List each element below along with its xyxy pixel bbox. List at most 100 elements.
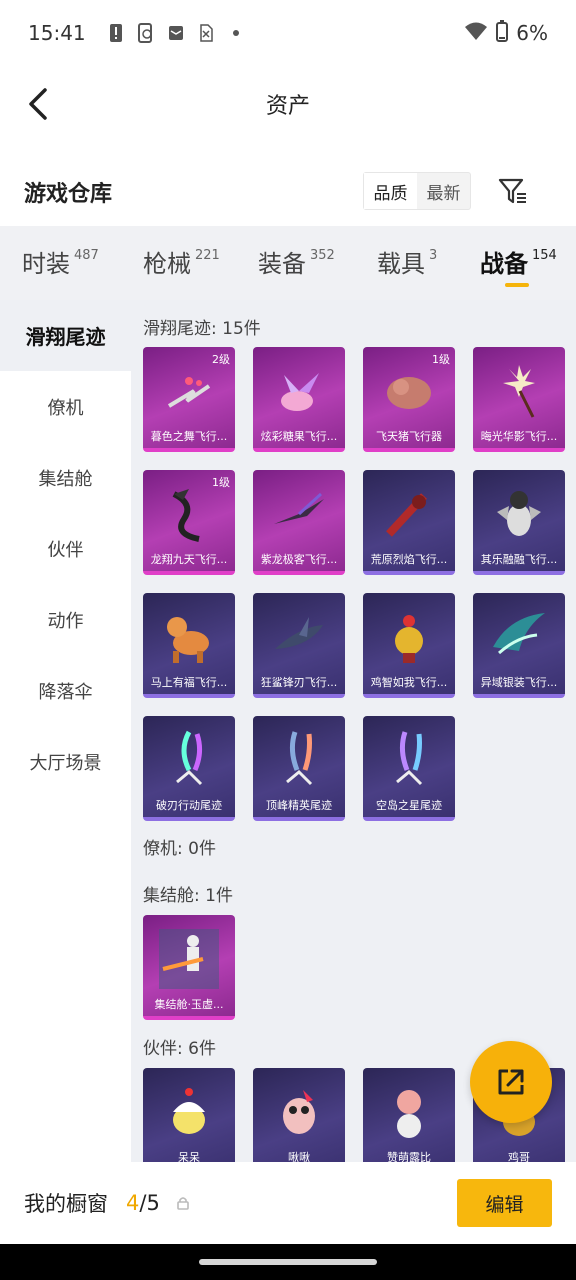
sidebar-item-pod[interactable]: 集结舱 bbox=[0, 442, 131, 513]
item-card[interactable]: 集结舱·玉虚... bbox=[143, 915, 235, 1020]
group-title-pod: 集结舱: 1件 bbox=[143, 886, 233, 906]
group-title-glide: 滑翔尾迹: 15件 bbox=[143, 319, 261, 339]
item-name: 晦光华影飞行... bbox=[480, 430, 558, 443]
item-art bbox=[176, 730, 203, 786]
tab-label: 战备 bbox=[480, 250, 528, 278]
item-card[interactable]: 狂鲨锋刃飞行... bbox=[253, 593, 345, 698]
sort-quality-button[interactable]: 品质 bbox=[364, 173, 417, 209]
item-art bbox=[167, 377, 211, 408]
item-art bbox=[497, 491, 541, 536]
item-name: 鸡智如我飞行... bbox=[370, 676, 448, 689]
sim-off-icon bbox=[198, 23, 214, 43]
filter-icon bbox=[498, 178, 526, 204]
wifi-icon bbox=[464, 21, 488, 46]
phone-sync-icon bbox=[137, 23, 154, 43]
status-time: 15:41 bbox=[28, 21, 86, 45]
tab-label: 装备 bbox=[258, 250, 306, 278]
tab-label: 枪械 bbox=[143, 250, 191, 278]
item-art bbox=[275, 617, 323, 649]
item-card[interactable]: 2级 暮色之舞飞行... bbox=[143, 347, 235, 452]
external-link-icon bbox=[498, 1069, 524, 1095]
sort-latest-button[interactable]: 最新 bbox=[417, 173, 470, 209]
tab-vehicles[interactable]: 载具 3 bbox=[377, 244, 437, 279]
showcase-current: 4 bbox=[126, 1191, 140, 1215]
item-name: 空岛之星尾迹 bbox=[376, 799, 442, 812]
warehouse-header: 游戏仓库 品质 最新 bbox=[0, 160, 576, 224]
item-grid-area: 滑翔尾迹: 15件 2级 暮色之舞飞行... 炫彩糖果飞行... 1级 飞天猪飞… bbox=[131, 300, 576, 1162]
item-art bbox=[387, 377, 431, 409]
showcase-bar: 我的橱窗 4/5 编辑 bbox=[0, 1162, 576, 1244]
item-card[interactable]: 异域银装飞行... bbox=[473, 593, 565, 698]
item-card[interactable]: 晦光华影飞行... bbox=[473, 347, 565, 452]
alert-icon bbox=[108, 23, 124, 43]
tab-combat-gear[interactable]: 战备 154 bbox=[480, 244, 557, 279]
active-tab-indicator bbox=[505, 283, 529, 287]
item-name: 其乐融融飞行... bbox=[480, 553, 558, 566]
item-name: 龙翔九天飞行... bbox=[150, 553, 228, 566]
item-name: 异域银装飞行... bbox=[480, 676, 558, 689]
item-art bbox=[503, 365, 535, 418]
showcase-label: 我的橱窗 bbox=[24, 1192, 108, 1216]
item-name: 马上有福飞行... bbox=[150, 676, 228, 689]
item-card[interactable]: 紫龙极客飞行... bbox=[253, 470, 345, 575]
item-art bbox=[274, 492, 324, 524]
sidebar-item-wingman[interactable]: 僚机 bbox=[0, 371, 131, 442]
item-art bbox=[167, 617, 209, 663]
sidebar-item-partner[interactable]: 伙伴 bbox=[0, 513, 131, 584]
item-art bbox=[286, 731, 313, 786]
section-title: 游戏仓库 bbox=[24, 182, 113, 207]
edit-button[interactable]: 编辑 bbox=[457, 1179, 552, 1227]
share-fab[interactable] bbox=[470, 1041, 552, 1123]
tab-count: 487 bbox=[74, 248, 99, 263]
item-card[interactable]: 1级 飞天猪飞行器 bbox=[363, 347, 455, 452]
tab-firearms[interactable]: 枪械 221 bbox=[143, 244, 220, 279]
sidebar-item-emote[interactable]: 动作 bbox=[0, 584, 131, 655]
tab-count: 154 bbox=[532, 248, 557, 263]
lock-icon bbox=[177, 1197, 189, 1210]
tab-equipment[interactable]: 装备 352 bbox=[258, 244, 335, 279]
item-card[interactable]: 鸡智如我飞行... bbox=[363, 593, 455, 698]
tab-fashion[interactable]: 时装 487 bbox=[22, 244, 99, 279]
item-art bbox=[159, 929, 219, 989]
item-card[interactable]: 啾啾 bbox=[253, 1068, 345, 1162]
tab-label: 时装 bbox=[22, 250, 70, 278]
showcase-total: /5 bbox=[139, 1191, 160, 1215]
item-name: 飞天猪飞行器 bbox=[376, 430, 442, 443]
item-art bbox=[397, 1090, 421, 1138]
item-name: 暮色之舞飞行... bbox=[150, 430, 228, 443]
sidebar: 滑翔尾迹 僚机 集结舱 伙伴 动作 降落伞 大厅场景 bbox=[0, 300, 131, 1162]
item-card[interactable]: 破刃行动尾迹 bbox=[143, 716, 235, 821]
item-art bbox=[172, 489, 200, 542]
filter-button[interactable] bbox=[496, 174, 530, 208]
item-card[interactable]: 赞萌露比 bbox=[363, 1068, 455, 1162]
sidebar-item-glide-trail[interactable]: 滑翔尾迹 bbox=[0, 300, 131, 371]
item-name: 顶峰精英尾迹 bbox=[266, 799, 332, 812]
home-gesture-handle[interactable] bbox=[199, 1259, 377, 1265]
back-button[interactable] bbox=[18, 84, 58, 124]
showcase-count: 4/5 bbox=[126, 1191, 160, 1215]
item-name: 呆呆 bbox=[178, 1151, 200, 1162]
item-card[interactable]: 马上有福飞行... bbox=[143, 593, 235, 698]
tab-count: 221 bbox=[195, 248, 220, 263]
item-card[interactable]: 呆呆 bbox=[143, 1068, 235, 1162]
sidebar-item-lobby-scene[interactable]: 大厅场景 bbox=[0, 726, 131, 797]
item-name: 炫彩糖果飞行... bbox=[260, 430, 338, 443]
item-name: 荒原烈焰飞行... bbox=[370, 553, 448, 566]
status-bar: 15:41 6% bbox=[0, 0, 576, 66]
page-title: 资产 bbox=[265, 94, 310, 119]
item-card[interactable]: 荒原烈焰飞行... bbox=[363, 470, 455, 575]
sidebar-item-parachute[interactable]: 降落伞 bbox=[0, 655, 131, 726]
item-card[interactable]: 顶峰精英尾迹 bbox=[253, 716, 345, 821]
item-name: 紫龙极客飞行... bbox=[260, 553, 338, 566]
item-name: 狂鲨锋刃飞行... bbox=[260, 676, 338, 689]
item-art bbox=[493, 613, 545, 655]
item-name: 破刃行动尾迹 bbox=[156, 799, 222, 812]
item-name: 鸡哥 bbox=[508, 1151, 530, 1162]
item-name: 集结舱·玉虚... bbox=[154, 998, 224, 1011]
item-card[interactable]: 空岛之星尾迹 bbox=[363, 716, 455, 821]
item-card[interactable]: 炫彩糖果飞行... bbox=[253, 347, 345, 452]
item-card[interactable]: 其乐融融飞行... bbox=[473, 470, 565, 575]
item-card[interactable]: 1级 龙翔九天飞行... bbox=[143, 470, 235, 575]
item-art bbox=[386, 493, 427, 537]
item-art bbox=[395, 615, 423, 663]
